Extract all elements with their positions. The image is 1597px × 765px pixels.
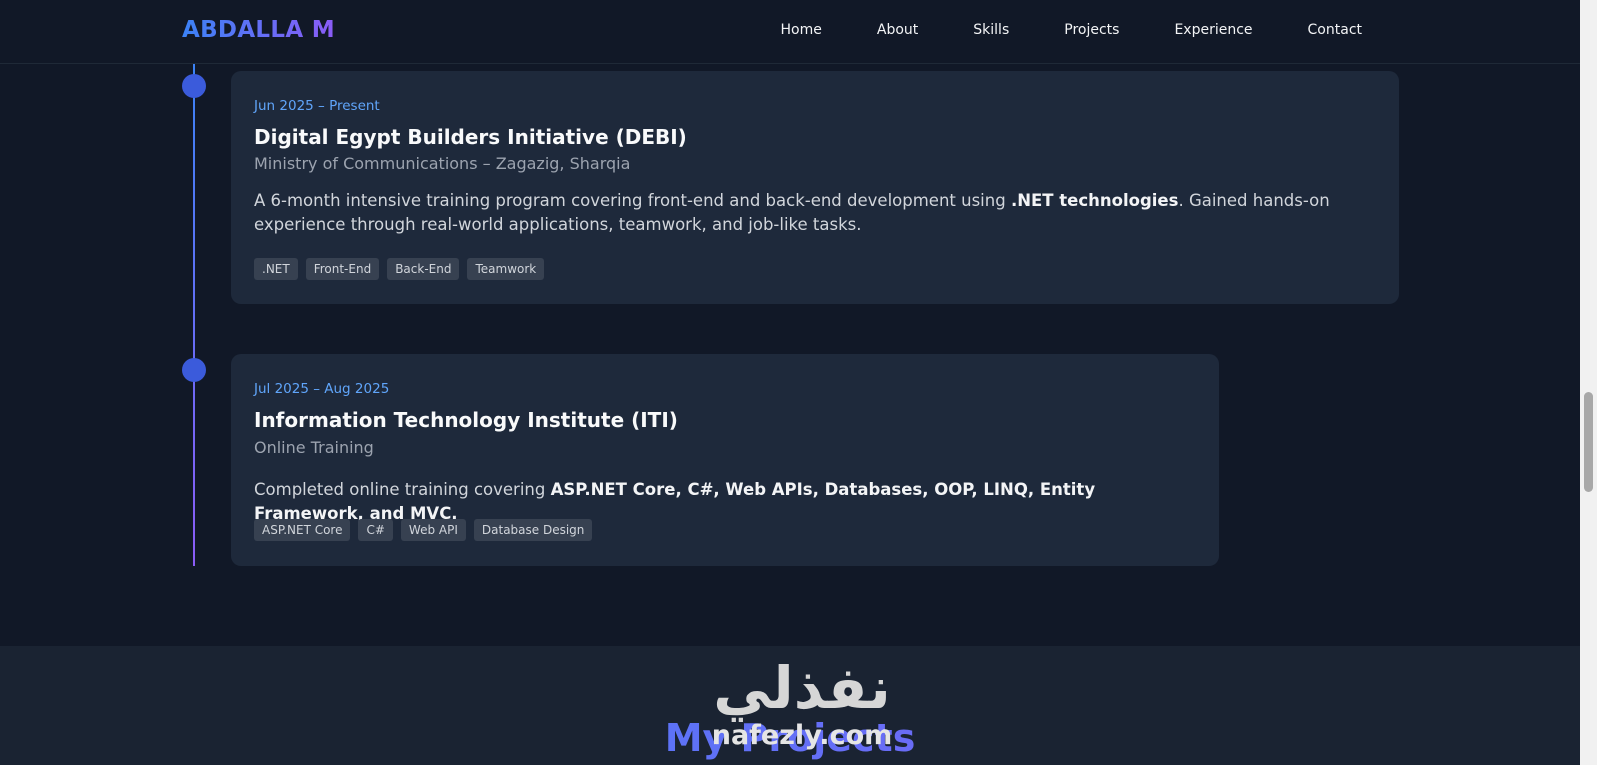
description-text: A 6-month intensive training program cov…: [254, 191, 1011, 210]
experience-organization: Online Training: [254, 438, 374, 457]
watermark-logo: نفذلي nafezly.com: [702, 656, 902, 761]
experience-organization: Ministry of Communications – Zagazig, Sh…: [254, 154, 631, 173]
experience-title: Digital Egypt Builders Initiative (DEBI): [254, 125, 687, 149]
projects-section: My Projects نفذلي nafezly.com: [0, 646, 1580, 765]
experience-card-iti: Jul 2025 – Aug 2025 Information Technolo…: [231, 354, 1219, 566]
main-nav: Home About Skills Projects Experience Co…: [781, 22, 1362, 38]
experience-date: Jul 2025 – Aug 2025: [254, 381, 390, 397]
skill-tag: .NET: [254, 258, 298, 280]
experience-description: A 6-month intensive training program cov…: [254, 189, 1364, 237]
tag-list: .NET Front-End Back-End Teamwork: [254, 258, 545, 280]
nav-contact-link[interactable]: Contact: [1308, 22, 1362, 38]
description-text: Completed online training covering: [254, 480, 551, 499]
timeline-line: [193, 64, 195, 566]
nav-about-link[interactable]: About: [877, 22, 918, 38]
experience-title: Information Technology Institute (ITI): [254, 408, 678, 432]
description-highlight: .NET technologies: [1010, 191, 1179, 210]
nav-experience-link[interactable]: Experience: [1174, 22, 1252, 38]
tag-list: ASP.NET Core C# Web API Database Design: [254, 519, 593, 541]
skill-tag: Web API: [400, 519, 466, 541]
timeline-dot: [182, 358, 206, 382]
page: ABDALLA M Home About Skills Projects Exp…: [0, 0, 1597, 765]
scrollbar-thumb[interactable]: [1584, 392, 1593, 492]
page-scrollbar[interactable]: [1580, 0, 1597, 765]
skill-tag: ASP.NET Core: [254, 519, 351, 541]
experience-date: Jun 2025 – Present: [254, 98, 380, 114]
watermark-latin-text: nafezly.com: [711, 720, 893, 751]
skill-tag: Back-End: [387, 258, 460, 280]
brand-logo[interactable]: ABDALLA M: [182, 17, 335, 43]
skill-tag: Teamwork: [467, 258, 545, 280]
navbar: ABDALLA M Home About Skills Projects Exp…: [0, 0, 1580, 64]
skill-tag: Database Design: [473, 519, 593, 541]
skill-tag: C#: [358, 519, 393, 541]
timeline-dot: [182, 74, 206, 98]
nav-home-link[interactable]: Home: [781, 22, 822, 38]
experience-card-debi: Jun 2025 – Present Digital Egypt Builder…: [231, 71, 1399, 304]
nav-projects-link[interactable]: Projects: [1064, 22, 1119, 38]
nav-skills-link[interactable]: Skills: [973, 22, 1009, 38]
skill-tag: Front-End: [305, 258, 380, 280]
watermark-arabic-text: نفذلي: [713, 654, 891, 722]
